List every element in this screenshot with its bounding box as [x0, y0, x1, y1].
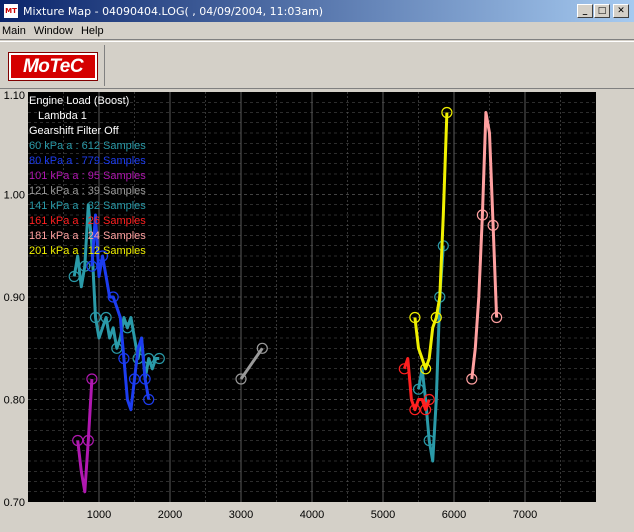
- y-tick-label: 1.00: [4, 190, 25, 202]
- x-tick-label: 5000: [371, 509, 395, 521]
- x-tick-label: 6000: [442, 509, 466, 521]
- x-tick-label: 1000: [87, 509, 111, 521]
- menu-main[interactable]: Main: [0, 25, 32, 37]
- x-tick-label: 2000: [158, 509, 182, 521]
- legend-entry: 161 kPa a : 26 Samples: [29, 215, 146, 227]
- toolbar: MoTeC: [0, 41, 634, 89]
- close-button[interactable]: ✕: [613, 4, 629, 18]
- y-tick-label: 0.70: [4, 497, 25, 509]
- legend-entry: 121 kPa a : 39 Samples: [29, 185, 146, 197]
- x-tick-label: 3000: [229, 509, 253, 521]
- y-tick-label: 0.90: [4, 292, 25, 304]
- legend-entry: 141 kPa a : 32 Samples: [29, 200, 146, 212]
- legend-entry: 101 kPa a : 95 Samples: [29, 170, 146, 182]
- legend-entry: 60 kPa a : 612 Samples: [29, 140, 146, 152]
- legend-entry: 201 kPa a : 12 Samples: [29, 245, 146, 257]
- title-bar[interactable]: MT Mixture Map - 04090404.LOG( , 04/09/2…: [0, 0, 634, 22]
- menu-window[interactable]: Window: [32, 25, 79, 37]
- y-tick-label: 0.80: [4, 395, 25, 407]
- x-tick-label: 7000: [513, 509, 537, 521]
- menu-help[interactable]: Help: [79, 25, 110, 37]
- window-title: Mixture Map - 04090404.LOG( , 04/09/2004…: [23, 4, 324, 18]
- motec-logo: MoTeC: [8, 52, 98, 81]
- minimize-button[interactable]: _: [577, 4, 593, 18]
- chart-svg: 1.10 1.00 0.90 0.80 0.70 1000 2000 3000 4000 500…: [0, 89, 634, 532]
- legend-entry: 181 kPa a : 24 Samples: [29, 230, 146, 242]
- legend-header-line: Gearshift Filter Off: [29, 125, 120, 137]
- x-tick-label: 4000: [300, 509, 324, 521]
- legend-header-line: Engine Load (Boost): [29, 95, 129, 107]
- mixture-map-chart: 1.10 1.00 0.90 0.80 0.70 1000 2000 3000 4000 500…: [0, 89, 634, 532]
- menu-bar: Main Window Help: [0, 22, 634, 40]
- legend-header-line: Lambda 1: [38, 110, 87, 122]
- motec-app-icon[interactable]: MT: [3, 3, 19, 19]
- y-tick-label: 1.10: [4, 90, 25, 102]
- legend-entry: 80 kPa a : 779 Samples: [29, 155, 146, 167]
- maximize-button[interactable]: □: [594, 4, 610, 18]
- mixture-map-window: MT Mixture Map - 04090404.LOG( , 04/09/2…: [0, 0, 634, 532]
- logo-panel: MoTeC: [3, 45, 105, 86]
